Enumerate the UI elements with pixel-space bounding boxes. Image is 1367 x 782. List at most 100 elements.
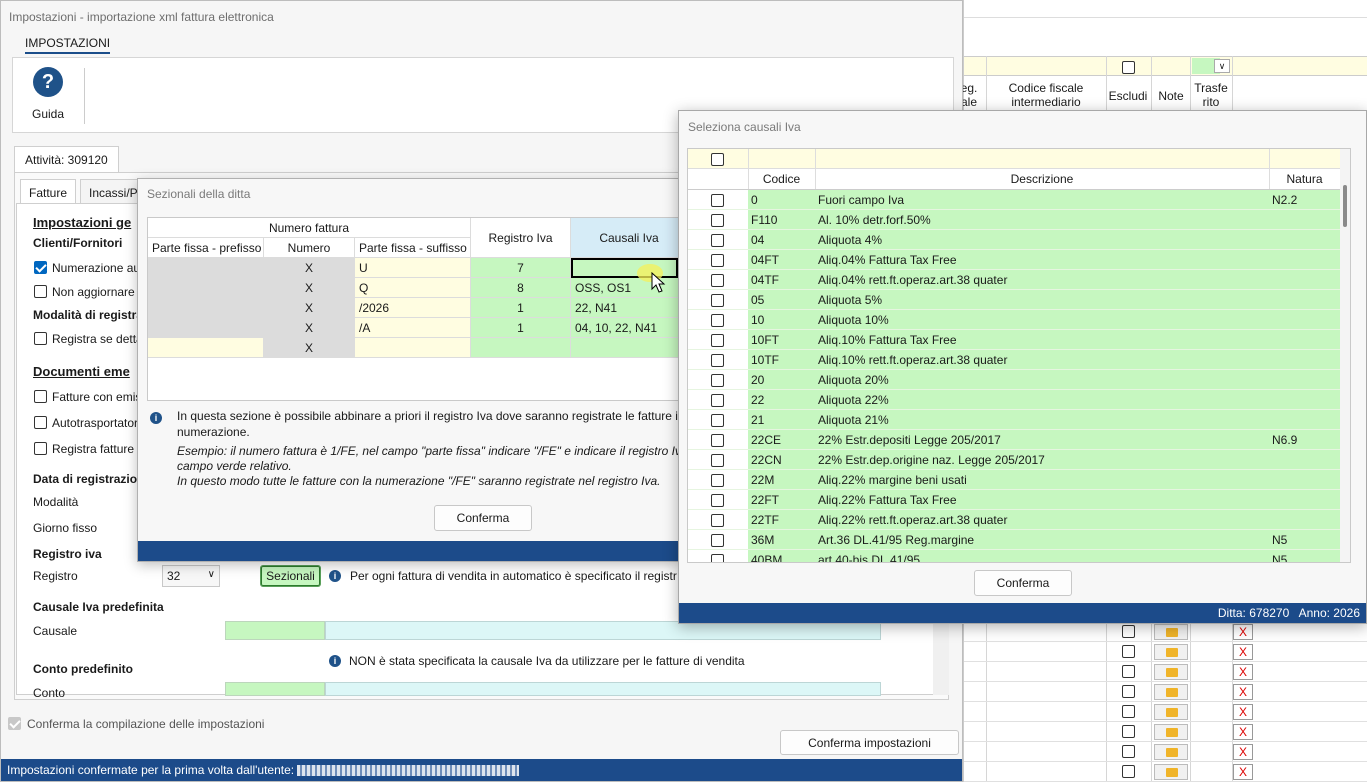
sezionali-cell-numero[interactable]: X (264, 338, 355, 358)
escludi-checkbox[interactable] (1122, 745, 1135, 758)
causale-row[interactable]: 10 Aliquota 10% (688, 310, 1340, 330)
sezionali-cell-causali[interactable] (571, 338, 686, 358)
sezionali-cell-causali[interactable]: 04, 10, 22, N41 (571, 318, 686, 338)
escludi-all-checkbox[interactable] (1122, 61, 1135, 74)
folder-icon[interactable] (1154, 644, 1188, 660)
autotrasportatori-checkbox[interactable] (34, 416, 47, 429)
tab-attivita[interactable]: Attività: 309120 (14, 146, 119, 173)
registra-fatture-checkbox[interactable] (34, 442, 47, 455)
sezionali-cell-prefisso[interactable] (148, 318, 264, 338)
causale-row[interactable]: 22 Aliquota 22% (688, 390, 1340, 410)
delete-x-button[interactable]: X (1233, 704, 1253, 720)
sezionali-button[interactable]: Sezionali (260, 565, 321, 587)
causale-row[interactable]: 22M Aliq.22% margine beni usati (688, 470, 1340, 490)
registro-select[interactable]: 32 ∨ (162, 565, 220, 587)
causale-row[interactable]: 05 Aliquota 5% (688, 290, 1340, 310)
folder-icon[interactable] (1154, 624, 1188, 640)
conferma-impostazioni-button[interactable]: Conferma impostazioni (780, 730, 959, 755)
causale-row[interactable]: F110 Al. 10% detr.forf.50% (688, 210, 1340, 230)
sezionali-cell-registro[interactable]: 7 (471, 258, 571, 278)
causale-checkbox[interactable] (711, 414, 724, 427)
causale-checkbox[interactable] (711, 394, 724, 407)
conferma-compilazione-checkbox[interactable] (8, 717, 21, 730)
causale-checkbox[interactable] (711, 354, 724, 367)
escludi-checkbox[interactable] (1122, 705, 1135, 718)
causale-checkbox[interactable] (711, 314, 724, 327)
causale-row[interactable]: 04FT Aliq.04% Fattura Tax Free (688, 250, 1340, 270)
sezionali-cell-prefisso[interactable] (148, 298, 264, 318)
causale-code-field[interactable] (225, 621, 325, 640)
causale-checkbox[interactable] (711, 514, 724, 527)
sezionali-cell-prefisso[interactable] (148, 338, 264, 358)
escludi-checkbox[interactable] (1122, 645, 1135, 658)
causale-row[interactable]: 22FT Aliq.22% Fattura Tax Free (688, 490, 1340, 510)
escludi-checkbox[interactable] (1122, 765, 1135, 778)
causale-row[interactable]: 10FT Aliq.10% Fattura Tax Free (688, 330, 1340, 350)
causale-checkbox[interactable] (711, 274, 724, 287)
sezionali-cell-registro[interactable]: 1 (471, 298, 571, 318)
causale-checkbox[interactable] (711, 254, 724, 267)
delete-x-button[interactable]: X (1233, 644, 1253, 660)
causale-row[interactable]: 36M Art.36 DL.41/95 Reg.margine N5 (688, 530, 1340, 550)
causale-checkbox[interactable] (711, 234, 724, 247)
tab-impostazioni[interactable]: IMPOSTAZIONI (25, 36, 111, 54)
sezionali-cell-registro[interactable]: 1 (471, 318, 571, 338)
causale-row[interactable]: 0 Fuori campo Iva N2.2 (688, 190, 1340, 210)
sezionali-cell-suffisso[interactable]: /2026 (355, 298, 471, 318)
folder-icon[interactable] (1154, 724, 1188, 740)
causale-row[interactable]: 40BM art.40-bis DL.41/95 N5 (688, 550, 1340, 562)
causale-row[interactable]: 21 Aliquota 21% (688, 410, 1340, 430)
delete-x-button[interactable]: X (1233, 664, 1253, 680)
folder-icon[interactable] (1154, 744, 1188, 760)
causale-checkbox[interactable] (711, 474, 724, 487)
sezionali-cell-prefisso[interactable] (148, 258, 264, 278)
folder-icon[interactable] (1154, 664, 1188, 680)
folder-icon[interactable] (1154, 764, 1188, 780)
causale-row[interactable]: 22CE 22% Estr.depositi Legge 205/2017 N6.9 (688, 430, 1340, 450)
fatture-emissione-checkbox[interactable] (34, 390, 47, 403)
causale-checkbox[interactable] (711, 194, 724, 207)
causale-checkbox[interactable] (711, 214, 724, 227)
causale-row[interactable]: 22CN 22% Estr.dep.origine naz. Legge 205/… (688, 450, 1340, 470)
sezionali-cell-suffisso[interactable]: /A (355, 318, 471, 338)
sezionali-cell-suffisso[interactable]: Q (355, 278, 471, 298)
causali-scrollbar[interactable] (1340, 149, 1350, 562)
help-icon[interactable]: ? (33, 67, 63, 97)
escludi-checkbox[interactable] (1122, 625, 1135, 638)
causale-row[interactable]: 04TF Aliq.04% rett.ft.operaz.art.38 quate… (688, 270, 1340, 290)
causale-row[interactable]: 10TF Aliq.10% rett.ft.operaz.art.38 quate… (688, 350, 1340, 370)
registra-dettaglio-checkbox[interactable] (34, 332, 47, 345)
escludi-checkbox[interactable] (1122, 665, 1135, 678)
sezionali-cell-suffisso[interactable] (355, 338, 471, 358)
causale-checkbox[interactable] (711, 454, 724, 467)
causale-row[interactable]: 22TF Aliq.22% rett.ft.operaz.art.38 quate… (688, 510, 1340, 530)
causale-row[interactable]: 20 Aliquota 20% (688, 370, 1340, 390)
escludi-checkbox[interactable] (1122, 685, 1135, 698)
escludi-checkbox[interactable] (1122, 725, 1135, 738)
delete-x-button[interactable]: X (1233, 764, 1253, 780)
sezionali-cell-registro[interactable] (471, 338, 571, 358)
sezionali-cell-numero[interactable]: X (264, 318, 355, 338)
causale-checkbox[interactable] (711, 494, 724, 507)
causale-checkbox[interactable] (711, 374, 724, 387)
causale-checkbox[interactable] (711, 434, 724, 447)
chevron-down-icon[interactable]: ∨ (1214, 59, 1230, 73)
folder-icon[interactable] (1154, 704, 1188, 720)
guida-button-label[interactable]: Guida (23, 107, 73, 121)
delete-x-button[interactable]: X (1233, 684, 1253, 700)
non-aggiornare-checkbox[interactable] (34, 285, 47, 298)
sezionali-conferma-button[interactable]: Conferma (434, 505, 532, 531)
conto-code-field[interactable] (225, 682, 325, 696)
causali-conferma-button[interactable]: Conferma (974, 570, 1072, 596)
numerazione-checkbox[interactable] (34, 261, 47, 274)
causale-checkbox[interactable] (711, 534, 724, 547)
causale-checkbox[interactable] (711, 294, 724, 307)
sezionali-cell-causali[interactable]: 22, N41 (571, 298, 686, 318)
causale-checkbox[interactable] (711, 334, 724, 347)
sezionali-cell-prefisso[interactable] (148, 278, 264, 298)
delete-x-button[interactable]: X (1233, 744, 1253, 760)
folder-icon[interactable] (1154, 684, 1188, 700)
tab-fatture[interactable]: Fatture (20, 179, 77, 206)
sezionali-cell-registro[interactable]: 8 (471, 278, 571, 298)
sezionali-cell-numero[interactable]: X (264, 258, 355, 278)
